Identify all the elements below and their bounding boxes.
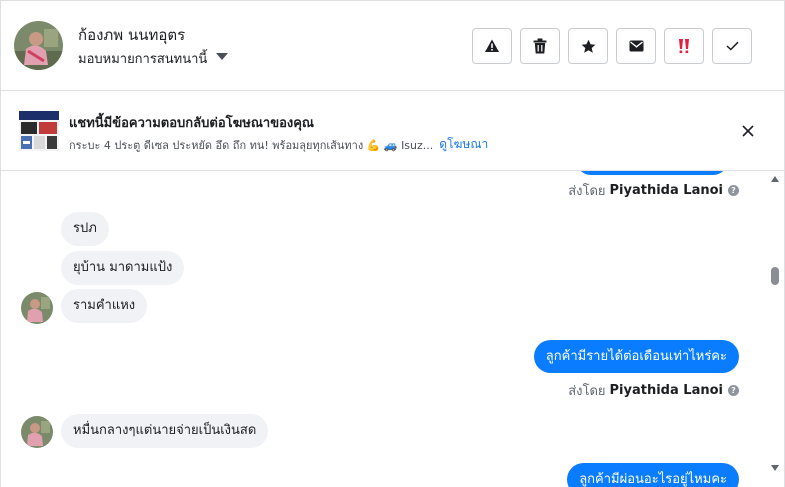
exclamation-flag-icon [679, 39, 689, 54]
close-icon [742, 125, 754, 137]
info-icon[interactable]: ? [728, 185, 739, 196]
assign-conversation-dropdown[interactable]: มอบหมายการสนทนานี้ [78, 48, 229, 69]
ad-banner-title: แชทนี้มีข้อความตอบกลับต่อโฆษณาของคุณ [69, 116, 314, 131]
ad-reply-banner: แชทนี้มีข้อความตอบกลับต่อโฆษณาของคุณ กระ… [1, 91, 784, 171]
incoming-message[interactable]: หมื่นกลางๆแต่นายจ่ายเป็นเงินสด [61, 414, 269, 448]
outgoing-message-partial[interactable]: ลูกค้ามีผ่อนอะไรอยู่ไหมคะ [567, 463, 739, 487]
contact-avatar[interactable] [14, 21, 63, 70]
caret-down-icon [216, 53, 229, 60]
outgoing-bubble-partial [576, 171, 728, 175]
conversation-actions [472, 28, 752, 64]
envelope-icon [629, 40, 643, 52]
mark-spam-button[interactable] [472, 28, 512, 64]
contact-avatar-small [21, 416, 53, 448]
ad-description: กระบะ 4 ประตู ดีเซล ประหยัด อึด ถึก ทน! … [69, 138, 434, 152]
sent-by-name: Piyathida Lanoi [609, 183, 723, 198]
star-icon [581, 39, 595, 53]
info-icon[interactable]: ? [728, 385, 739, 396]
conversation-panel: ก้องภพ นนทอุตร มอบหมายการสนทนานี้ แชทนี้… [0, 0, 785, 487]
scroll-down-arrow-icon[interactable] [771, 465, 779, 471]
sent-by-prefix: ส่งโดย [568, 384, 606, 399]
delete-button[interactable] [520, 28, 560, 64]
check-icon [725, 41, 739, 51]
incoming-message[interactable]: รามคำแหง [61, 289, 148, 323]
scroll-up-arrow-icon[interactable] [771, 176, 779, 182]
contact-avatar-small [21, 292, 53, 324]
view-ad-link[interactable]: ดูโฆษณา [439, 135, 488, 154]
warning-icon [485, 39, 499, 52]
sent-by-line: ส่งโดย Piyathida Lanoi ? [568, 380, 739, 401]
incoming-message[interactable]: ยุบ้าน มาดามแป้ง [61, 251, 185, 285]
ad-description-line: กระบะ 4 ประตู ดีเซล ประหยัด อึด ถึก ทน! … [69, 135, 488, 154]
contact-name[interactable]: ก้องภพ นนทอุตร [78, 23, 185, 47]
sent-by-prefix: ส่งโดย [568, 184, 606, 199]
outgoing-message[interactable]: ลูกค้ามีรายได้ต่อเดือนเท่าไหร่คะ [533, 340, 739, 373]
conversation-header: ก้องภพ นนทอุตร มอบหมายการสนทนานี้ [1, 1, 784, 91]
sent-by-line: ส่งโดย Piyathida Lanoi ? [568, 180, 739, 201]
mark-unread-button[interactable] [616, 28, 656, 64]
message-thread[interactable]: ส่งโดย Piyathida Lanoi ? รปภ ยุบ้าน มาดา… [1, 171, 784, 487]
follow-up-button[interactable] [664, 28, 704, 64]
incoming-message[interactable]: รปภ [61, 212, 109, 246]
sent-by-name: Piyathida Lanoi [609, 383, 723, 398]
star-button[interactable] [568, 28, 608, 64]
close-banner-button[interactable] [738, 121, 758, 141]
mark-done-button[interactable] [712, 28, 752, 64]
ad-thumbnail[interactable] [19, 111, 59, 151]
assign-conversation-label: มอบหมายการสนทนานี้ [78, 52, 208, 67]
trash-icon [533, 38, 547, 54]
scrollbar-thumb[interactable] [771, 267, 779, 285]
